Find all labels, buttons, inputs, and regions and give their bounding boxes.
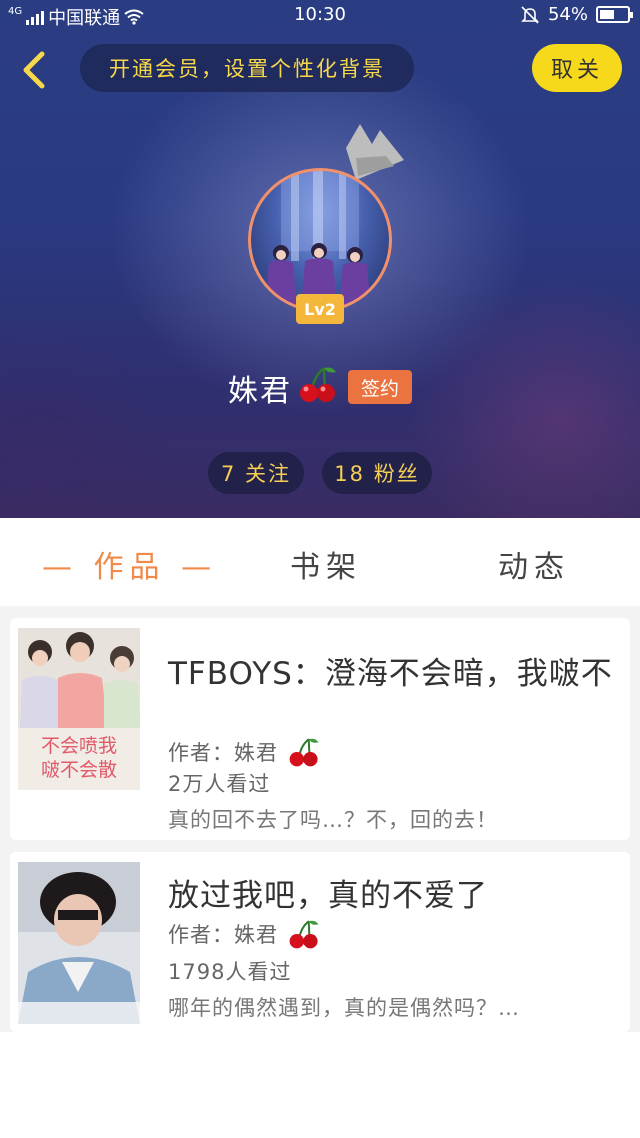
- tab-bookshelf[interactable]: 书架: [290, 542, 362, 586]
- tab-activity[interactable]: 动态: [498, 542, 570, 586]
- works-list: 不会喷我 啵不会散 TFBOYS：澄海不会暗，我啵不 作者：姝君 2万人看过 真…: [0, 606, 640, 1032]
- work-card[interactable]: 放过我吧，真的不爱了 作者：姝君 1798人看过 哪年的偶然遇到，真的是偶然吗？…: [10, 852, 630, 1032]
- back-button[interactable]: [14, 48, 54, 92]
- battery-percent: 54%: [547, 4, 588, 25]
- book-cover[interactable]: 不会喷我 啵不会散: [18, 628, 140, 790]
- cherry-icon: [300, 367, 336, 402]
- work-description: 真的回不去了吗…？不，回的去！: [168, 808, 498, 832]
- author-label: 作者：姝君: [168, 923, 278, 947]
- author-label: 作者：姝君: [168, 741, 278, 765]
- name-row: 姝君 签约: [0, 362, 640, 409]
- mute-bell-icon: [521, 5, 539, 24]
- profile-tabs: — 作品 — 书架 动态: [0, 518, 640, 606]
- work-title[interactable]: TFBOYS：澄海不会暗，我啵不: [168, 648, 613, 693]
- avatar[interactable]: [248, 168, 392, 312]
- work-author: 作者：姝君: [168, 918, 320, 950]
- following-count[interactable]: 7 关注: [208, 452, 304, 494]
- book-cover[interactable]: [18, 862, 140, 1024]
- book-cover-art: 不会喷我 啵不会散: [18, 628, 140, 790]
- book-cover-art: [18, 862, 140, 1024]
- avatar-photo: [265, 171, 371, 309]
- signed-badge: 签约: [348, 370, 412, 404]
- cover-title-line2: 啵不会散: [41, 759, 117, 781]
- work-title[interactable]: 放过我吧，真的不爱了: [168, 870, 488, 915]
- profile-header: 4G 中国联通 10:30 54% 开通会员，设置个性化背景 取关 Lv2 姝君…: [0, 0, 640, 518]
- tab-works[interactable]: — 作品 —: [42, 542, 217, 586]
- work-card[interactable]: 不会喷我 啵不会散 TFBOYS：澄海不会暗，我啵不 作者：姝君 2万人看过 真…: [10, 618, 630, 840]
- level-badge: Lv2: [296, 294, 344, 324]
- work-views: 2万人看过: [168, 772, 271, 796]
- chevron-left-icon: [23, 51, 45, 89]
- unfollow-button[interactable]: 取关: [532, 44, 622, 92]
- vip-banner[interactable]: 开通会员，设置个性化背景: [80, 44, 414, 92]
- cherry-icon: [289, 920, 319, 949]
- battery-icon: [596, 6, 633, 23]
- cherry-icon: [289, 738, 319, 767]
- user-name: 姝君: [228, 374, 292, 409]
- work-author: 作者：姝君: [168, 736, 320, 768]
- status-bar: 4G 中国联通 10:30 54%: [0, 0, 640, 32]
- work-description: 哪年的偶然遇到，真的是偶然吗？…: [168, 996, 520, 1020]
- cover-title-line1: 不会喷我: [41, 735, 117, 757]
- followers-count[interactable]: 18 粉丝: [322, 452, 432, 494]
- work-views: 1798人看过: [168, 960, 292, 984]
